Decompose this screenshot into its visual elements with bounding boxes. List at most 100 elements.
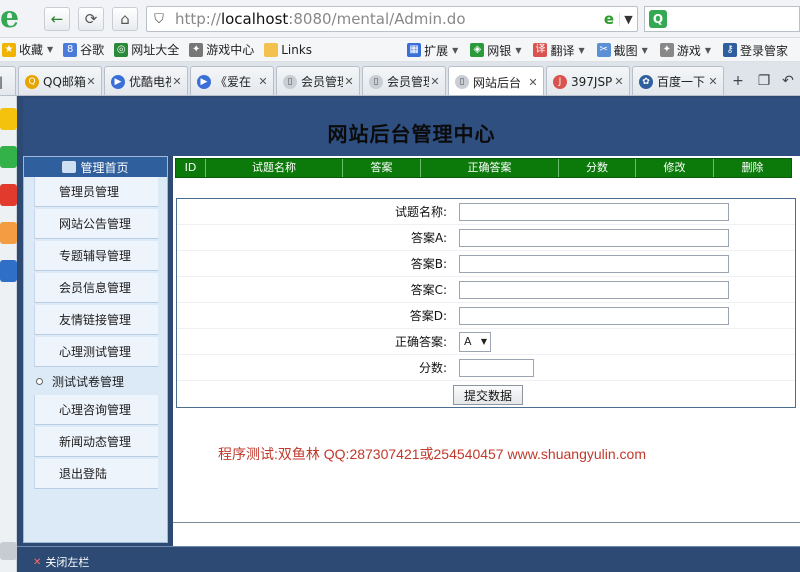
extensions-button[interactable]: ▦ 扩展 ▼ <box>407 42 458 59</box>
answer-d-input[interactable] <box>459 307 729 325</box>
sidebar: 管理首页 管理员管理 网站公告管理 专题辅导管理 会员信息管理 友情链接管理 心… <box>23 156 168 543</box>
back-arrow-icon: ← <box>50 10 64 28</box>
folder-icon <box>264 42 279 57</box>
submit-button[interactable]: 提交数据 <box>453 385 523 405</box>
translate-button[interactable]: 译翻译 ▼ <box>533 42 585 59</box>
question-name-input[interactable] <box>459 203 729 221</box>
star-icon: ★ <box>2 42 16 57</box>
home-icon: ⌂ <box>120 10 130 28</box>
login-manager-button[interactable]: ⚷ 登录管家 <box>722 42 788 59</box>
sidebar-item-links[interactable]: 友情链接管理 <box>34 305 158 335</box>
extensions-icon: ▦ <box>407 43 422 57</box>
answer-b-input[interactable] <box>459 255 729 273</box>
search-box[interactable]: Q <box>644 6 800 32</box>
fav-link-games[interactable]: ✦ 游戏中心 <box>189 41 254 58</box>
sidebar-item-topics[interactable]: 专题辅导管理 <box>34 241 158 271</box>
sidebar-item-papers[interactable]: 测试试卷管理 <box>34 367 158 397</box>
sidebar-item-tests[interactable]: 心理测试管理 <box>34 337 158 367</box>
fav-link-google[interactable]: 8 谷歌 <box>63 41 104 58</box>
form-row-c: 答案C: <box>177 277 795 303</box>
close-icon[interactable]: ✕ <box>707 75 719 88</box>
close-icon[interactable]: ✕ <box>171 75 183 88</box>
tab-qqmail[interactable]: Q QQ邮箱 ✕ <box>18 66 102 95</box>
tab-admin-active[interactable]: ▯ 网站后台 ✕ <box>448 66 544 95</box>
close-icon[interactable]: ✕ <box>85 75 97 88</box>
column-question: 试题名称 <box>206 159 343 177</box>
tab-list-button[interactable]: ❐ <box>754 71 774 91</box>
browser-logo-icon[interactable]: e <box>0 2 28 34</box>
close-icon: ✕ <box>33 556 42 568</box>
fav-link-links[interactable]: Links <box>264 42 312 57</box>
settings-gear-icon[interactable] <box>0 542 17 560</box>
ebank-button[interactable]: ◈ 网银 ▼ <box>470 42 521 59</box>
close-sidebar-button[interactable]: ✕ 关闭左栏 <box>33 554 89 570</box>
url-text[interactable]: http://localhost:8080/mental/Admin.do <box>171 10 599 28</box>
correct-answer-select[interactable]: A ▼ <box>459 332 491 352</box>
column-correct: 正确答案 <box>421 159 559 177</box>
form-row-correct: 正确答案: A ▼ <box>177 329 795 355</box>
search-icon[interactable]: Q <box>649 10 667 28</box>
tab-love[interactable]: ▶ 《爱在 ✕ <box>190 66 274 95</box>
column-edit: 修改 <box>636 159 714 177</box>
correct-answer-label: 正确答案: <box>394 335 447 349</box>
undo-close-button[interactable]: ↶ <box>778 71 798 91</box>
sidebar-item-news[interactable]: 新闻动态管理 <box>34 427 158 457</box>
sidebar-item-admins[interactable]: 管理员管理 <box>34 177 158 207</box>
tab-baidu[interactable]: ✿ 百度一下 ✕ <box>632 66 724 95</box>
form-row-a: 答案A: <box>177 225 795 251</box>
monitor-icon <box>62 161 77 173</box>
page-icon: ▯ <box>369 74 383 89</box>
screenshot-button[interactable]: ✂ 截图 ▼ <box>596 42 648 59</box>
chat-icon[interactable] <box>0 146 17 168</box>
notes-icon[interactable] <box>0 222 17 244</box>
column-id: ID <box>176 159 206 177</box>
gamepad-icon: ✦ <box>659 43 674 57</box>
qq-side-icon[interactable] <box>0 260 17 282</box>
tab-partial[interactable]: | <box>0 66 16 95</box>
sidebar-item-members[interactable]: 会员信息管理 <box>34 273 158 303</box>
home-button[interactable]: ⌂ <box>112 7 138 31</box>
google-icon: 8 <box>63 42 78 57</box>
tab-397jsp[interactable]: J 397JSP ✕ <box>546 66 630 95</box>
favorites-star-icon[interactable] <box>0 108 17 130</box>
close-icon[interactable]: ✕ <box>343 75 355 88</box>
answer-a-input[interactable] <box>459 229 729 247</box>
sidebar-item-logout[interactable]: 退出登陆 <box>34 459 158 489</box>
url-dropdown-icon[interactable]: ▼ <box>619 12 637 26</box>
game-button[interactable]: ✦ 游戏 ▼ <box>659 42 711 59</box>
tab-youku[interactable]: ▶优酷电视✕ <box>104 66 188 95</box>
name-label: 试题名称: <box>394 205 447 219</box>
fav-link-directory[interactable]: ◎ 网址大全 <box>114 41 179 58</box>
form-row-d: 答案D: <box>177 303 795 329</box>
undo-icon: ↶ <box>782 73 794 89</box>
close-icon[interactable]: ✕ <box>429 75 441 88</box>
url-field[interactable]: ⛉ http://localhost:8080/mental/Admin.do … <box>146 6 638 32</box>
new-tab-button[interactable]: + <box>728 71 748 91</box>
column-delete: 删除 <box>741 161 764 174</box>
address-bar-row: e ← ⟳ ⌂ ⛉ http://localhost:8080/mental/A… <box>0 0 800 38</box>
close-icon[interactable]: ✕ <box>613 75 625 88</box>
tab-member-2[interactable]: ▯会员管理✕ <box>362 66 446 95</box>
sidebar-item-consult[interactable]: 心理咨询管理 <box>34 395 158 425</box>
qq-icon: Q <box>25 74 39 89</box>
credit-text: 程序测试:双鱼林 QQ:287307421或254540457 www.shua… <box>218 446 646 462</box>
weibo-icon[interactable] <box>0 184 17 206</box>
close-icon[interactable]: ✕ <box>527 76 539 89</box>
compat-mode-icon[interactable]: e <box>599 10 619 28</box>
page-icon: ▯ <box>283 74 297 89</box>
screenshot-icon: ✂ <box>596 43 611 57</box>
windows-icon: ❐ <box>757 73 771 89</box>
sidebar-item-notices[interactable]: 网站公告管理 <box>34 209 158 239</box>
tab-member-1[interactable]: ▯会员管理✕ <box>276 66 360 95</box>
score-input[interactable] <box>459 359 534 377</box>
answer-c-label: 答案C: <box>410 283 447 297</box>
favorites-button[interactable]: ★ 收藏 ▼ <box>2 41 53 58</box>
shield-icon: ⛉ <box>154 11 164 27</box>
play-icon: ▶ <box>111 74 125 89</box>
answer-c-input[interactable] <box>459 281 729 299</box>
tab-bar: | QQQ邮箱✕ ▶优酷电视✕ ▶《爱在✕ ▯会员管理✕ ▯会员管理✕ ▯网站后… <box>0 62 800 96</box>
close-icon[interactable]: ✕ <box>257 75 269 88</box>
refresh-button[interactable]: ⟳ <box>78 7 104 31</box>
sidebar-head[interactable]: 管理首页 <box>24 157 167 177</box>
back-button[interactable]: ← <box>44 7 70 31</box>
